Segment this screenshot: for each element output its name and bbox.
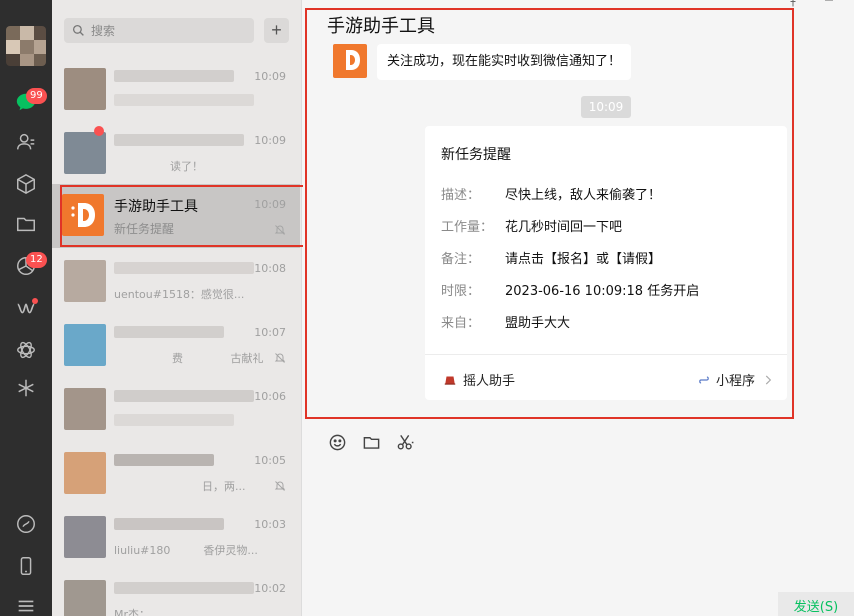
conversation-item[interactable]: 10:09	[52, 56, 300, 120]
conversation-preview: 费 古献礼	[172, 352, 264, 365]
preview-redacted	[114, 94, 254, 106]
send-button[interactable]: 发送(S)	[778, 592, 854, 616]
conversation-time: 10:09	[254, 134, 286, 147]
search-box[interactable]	[64, 18, 254, 43]
name-redacted	[114, 454, 214, 466]
search-icon	[72, 24, 84, 36]
search-input[interactable]	[91, 23, 241, 38]
conversation-time: 10:02	[254, 582, 286, 595]
emoji-icon[interactable]	[327, 432, 347, 452]
name-redacted	[114, 326, 224, 338]
avatar	[64, 324, 106, 366]
box-icon[interactable]	[12, 170, 40, 198]
highlight-frame-conversation	[60, 185, 308, 247]
name-redacted	[114, 134, 244, 146]
conversation-time: 10:07	[254, 326, 286, 339]
input-toolbar	[327, 432, 415, 452]
moments-badge: 12	[26, 252, 47, 268]
conversation-item[interactable]: 日，两... 10:05	[52, 440, 300, 504]
conversation-time: 10:06	[254, 390, 286, 403]
phone-icon[interactable]	[12, 552, 40, 580]
unread-badge: 99	[26, 88, 47, 104]
scissors-icon[interactable]	[395, 432, 415, 452]
new-dot	[32, 298, 38, 304]
folder-icon[interactable]	[361, 432, 381, 452]
highlight-frame-chat	[305, 8, 794, 419]
name-redacted	[114, 70, 234, 82]
conversation-preview: liuliu#180 香伊灵物...	[114, 544, 258, 557]
avatar	[64, 388, 106, 430]
search-icon[interactable]	[12, 374, 40, 402]
conversation-item[interactable]: Mr杰： 10:02	[52, 568, 300, 616]
conversation-preview: 读了！	[170, 160, 203, 173]
conversation-item[interactable]: 10:06	[52, 376, 300, 440]
miniprogram-icon[interactable]	[12, 336, 40, 364]
mute-bell-icon	[274, 481, 286, 491]
conversation-item[interactable]: 读了！ 10:09	[52, 120, 300, 184]
conversation-item[interactable]: 费 古献礼 10:07	[52, 312, 300, 376]
contacts-icon[interactable]	[12, 128, 40, 156]
add-button[interactable]: +	[264, 18, 289, 43]
name-redacted	[114, 262, 254, 274]
conversation-time: 10:03	[254, 518, 286, 531]
name-redacted	[114, 390, 254, 402]
avatar	[64, 260, 106, 302]
name-redacted	[114, 518, 224, 530]
conversation-item[interactable]: uentou#1518：感觉很... 10:08	[52, 248, 300, 312]
avatar	[64, 580, 106, 616]
unread-dot	[94, 126, 104, 136]
avatar	[64, 452, 106, 494]
conversation-list: + 10:09 读了！ 10:09 手游助手工具 新任务提醒 10:09 uen…	[52, 0, 350, 616]
conversation-preview: Mr杰：	[114, 608, 151, 616]
conversation-item[interactable]: liuliu#180 香伊灵物... 10:03	[52, 504, 300, 568]
name-redacted	[114, 582, 254, 594]
avatar	[64, 68, 106, 110]
conversation-time: 10:05	[254, 454, 286, 467]
menu-icon[interactable]	[12, 592, 40, 616]
avatar	[64, 132, 106, 174]
avatar	[64, 516, 106, 558]
preview-redacted	[114, 414, 234, 426]
conversation-time: 10:09	[254, 70, 286, 83]
user-avatar[interactable]	[6, 26, 46, 66]
folder-icon[interactable]	[12, 210, 40, 238]
conversation-preview: 日，两...	[202, 480, 246, 493]
mute-bell-icon	[274, 353, 286, 363]
conversation-preview: uentou#1518：感觉很...	[114, 288, 245, 301]
minimize-icon[interactable]	[823, 0, 835, 8]
conversation-time: 10:08	[254, 262, 286, 275]
pin-icon[interactable]	[787, 0, 799, 8]
nav-rail: 99 12	[0, 0, 52, 616]
miniprogram-link-icon[interactable]	[12, 510, 40, 538]
